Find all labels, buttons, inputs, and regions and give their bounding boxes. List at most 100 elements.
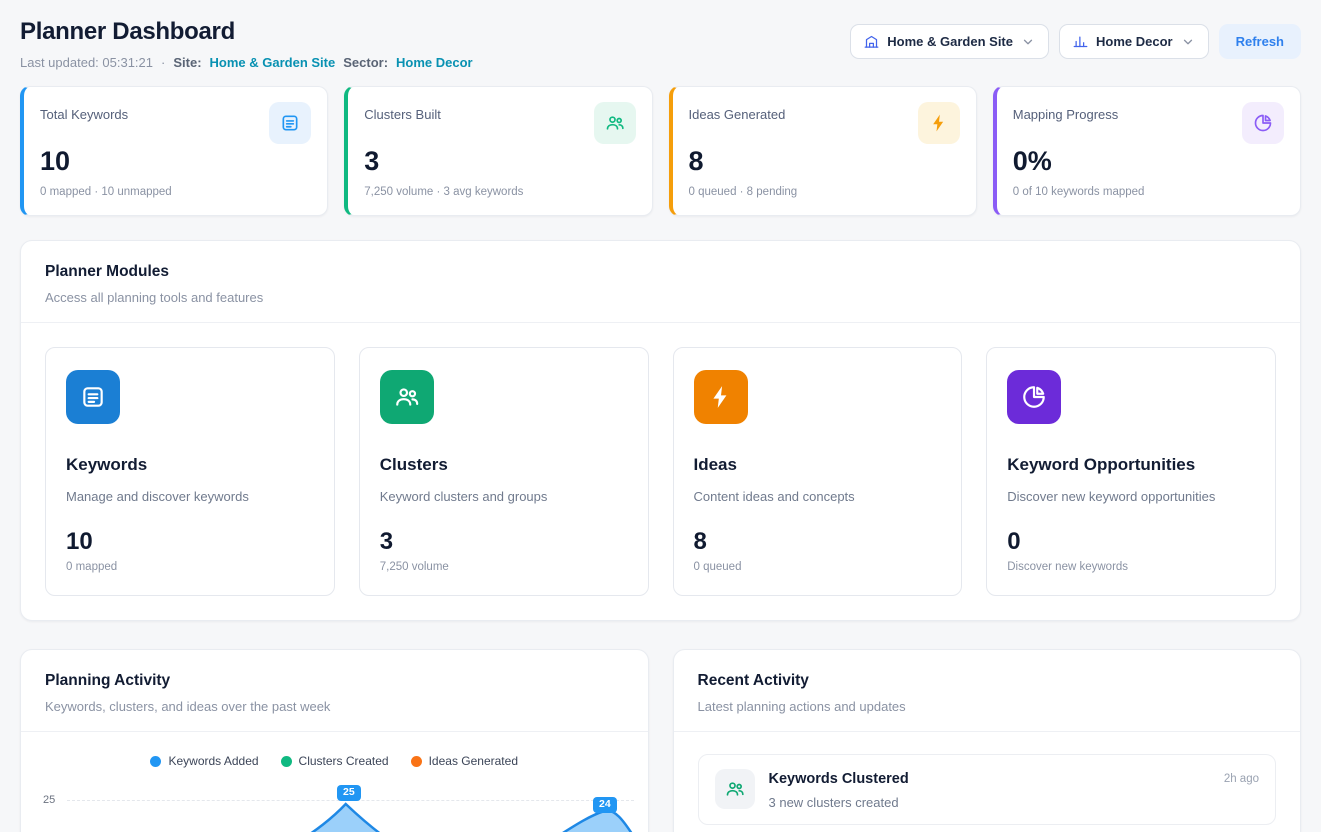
stat-sub: 7,250 volume · 3 avg keywords [364,186,635,198]
module-desc: Discover new keyword opportunities [1007,489,1255,504]
panel-title: Planning Activity [45,672,624,690]
document-icon [269,102,311,144]
stat-label: Mapping Progress [1013,102,1119,122]
pie-chart-icon [1007,370,1061,424]
module-sub: 0 mapped [66,561,314,573]
legend-item-clusters-created: Clusters Created [281,754,389,768]
legend-dot [411,756,422,767]
legend-item-keywords-added: Keywords Added [150,754,258,768]
bottom-row: Planning Activity Keywords, clusters, an… [20,649,1301,832]
module-title: Keywords [66,455,314,475]
users-icon [594,102,636,144]
stat-label: Clusters Built [364,102,441,122]
header-controls: Home & Garden Site Home Decor Refresh [850,18,1301,59]
stat-label: Ideas Generated [689,102,786,122]
stat-value: 8 [689,146,960,177]
module-desc: Content ideas and concepts [694,489,942,504]
module-title: Clusters [380,455,628,475]
stat-card-total-keywords: Total Keywords 10 0 mapped · 10 unmapped [20,86,328,216]
site-icon [864,34,879,49]
module-value: 0 [1007,528,1255,556]
stat-card-clusters-built: Clusters Built 3 7,250 volume · 3 avg ke… [344,86,652,216]
legend-dot [150,756,161,767]
site-label: Site: [173,55,201,70]
module-card-ideas[interactable]: Ideas Content ideas and concepts 8 0 que… [673,347,963,596]
sector-label: Sector: [343,55,388,70]
module-card-clusters[interactable]: Clusters Keyword clusters and groups 3 7… [359,347,649,596]
legend-label: Keywords Added [168,754,258,768]
module-sub: 7,250 volume [380,561,628,573]
module-title: Ideas [694,455,942,475]
module-card-keyword-opportunities[interactable]: Keyword Opportunities Discover new keywo… [986,347,1276,596]
separator-dot: · [161,55,165,70]
activity-timestamp: 2h ago [1224,769,1259,785]
pie-chart-icon [1242,102,1284,144]
panel-subtitle: Access all planning tools and features [45,290,1276,305]
chart-legend: Keywords Added Clusters Created Ideas Ge… [21,732,648,768]
activity-body: Keywords Clustered 3 new clusters create… [769,769,909,810]
stat-label: Total Keywords [40,102,128,122]
stat-value: 10 [40,146,311,177]
legend-label: Ideas Generated [429,754,518,768]
planner-dashboard-page: Planner Dashboard Last updated: 05:31:21… [0,0,1321,832]
users-icon [380,370,434,424]
chevron-down-icon [1181,35,1195,49]
data-point-label: 24 [593,797,617,813]
stat-value: 0% [1013,146,1284,177]
activity-item-keywords-clustered[interactable]: Keywords Clustered 3 new clusters create… [698,754,1277,825]
header-subline: Last updated: 05:31:21 · Site: Home & Ga… [20,55,473,70]
activity-list: Keywords Clustered 3 new clusters create… [674,732,1301,832]
module-desc: Keyword clusters and groups [380,489,628,504]
header-left: Planner Dashboard Last updated: 05:31:21… [20,18,473,70]
panel-title: Recent Activity [698,672,1277,690]
planning-activity-chart[interactable]: 25 25 24 [21,784,648,832]
stats-row: Total Keywords 10 0 mapped · 10 unmapped… [20,86,1301,216]
module-card-keywords[interactable]: Keywords Manage and discover keywords 10… [45,347,335,596]
stat-value: 3 [364,146,635,177]
bolt-icon [918,102,960,144]
data-point-label: 25 [337,785,361,801]
refresh-button[interactable]: Refresh [1219,24,1301,59]
sector-selector-label: Home Decor [1096,34,1173,49]
recent-activity-header: Recent Activity Latest planning actions … [674,650,1301,731]
module-value: 8 [694,528,942,556]
legend-label: Clusters Created [299,754,389,768]
module-title: Keyword Opportunities [1007,455,1255,475]
document-icon [66,370,120,424]
sector-selector-dropdown[interactable]: Home Decor [1059,24,1209,59]
activity-desc: 3 new clusters created [769,795,909,810]
stat-sub: 0 queued · 8 pending [689,186,960,198]
module-sub: 0 queued [694,561,942,573]
panel-subtitle: Keywords, clusters, and ideas over the p… [45,699,624,714]
site-selector-dropdown[interactable]: Home & Garden Site [850,24,1049,59]
stat-sub: 0 of 10 keywords mapped [1013,186,1284,198]
modules-grid: Keywords Manage and discover keywords 10… [21,323,1300,620]
panel-title: Planner Modules [45,263,1276,281]
module-value: 10 [66,528,314,556]
stat-card-mapping-progress: Mapping Progress 0% 0 of 10 keywords map… [993,86,1301,216]
stat-sub: 0 mapped · 10 unmapped [40,186,311,198]
site-link[interactable]: Home & Garden Site [210,55,336,70]
planner-modules-header: Planner Modules Access all planning tool… [21,241,1300,322]
planning-activity-panel: Planning Activity Keywords, clusters, an… [20,649,649,832]
page-title: Planner Dashboard [20,18,473,46]
chevron-down-icon [1021,35,1035,49]
bar-chart-icon [1073,34,1088,49]
page-header: Planner Dashboard Last updated: 05:31:21… [20,18,1301,70]
bolt-icon [694,370,748,424]
last-updated-text: Last updated: 05:31:21 [20,55,153,70]
planner-modules-panel: Planner Modules Access all planning tool… [20,240,1301,621]
sector-link[interactable]: Home Decor [396,55,473,70]
planning-activity-header: Planning Activity Keywords, clusters, an… [21,650,648,731]
module-desc: Manage and discover keywords [66,489,314,504]
panel-subtitle: Latest planning actions and updates [698,699,1277,714]
users-icon [715,769,755,809]
activity-title: Keywords Clustered [769,769,909,787]
site-selector-label: Home & Garden Site [887,34,1013,49]
legend-dot [281,756,292,767]
recent-activity-panel: Recent Activity Latest planning actions … [673,649,1302,832]
y-axis-tick: 25 [43,794,55,806]
stat-card-ideas-generated: Ideas Generated 8 0 queued · 8 pending [669,86,977,216]
legend-item-ideas-generated: Ideas Generated [411,754,518,768]
module-sub: Discover new keywords [1007,561,1255,573]
